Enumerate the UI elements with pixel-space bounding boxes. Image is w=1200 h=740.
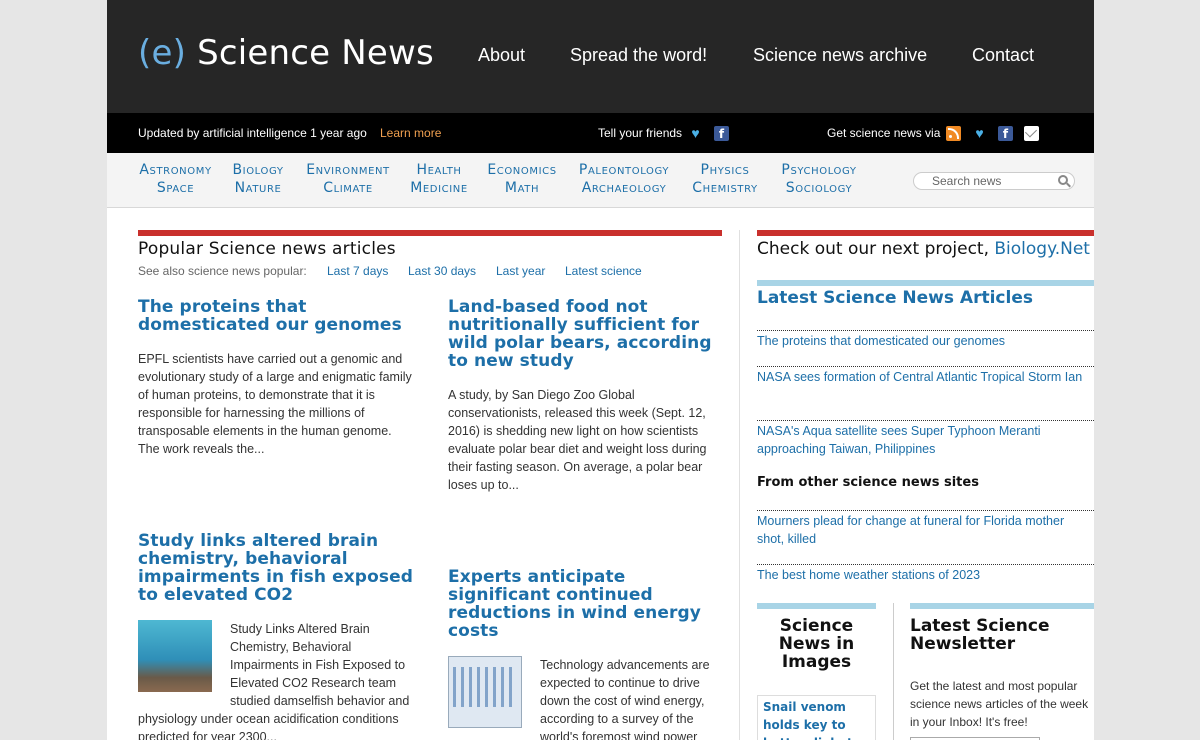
updated-text: Updated by artificial intelligence 1 yea…: [138, 126, 367, 140]
article-title[interactable]: The proteins that domesticated our genom…: [138, 298, 414, 334]
latest-articles-title: Latest Science News Articles: [757, 288, 1033, 308]
search-input[interactable]: [932, 174, 1052, 188]
link-last-30-days[interactable]: Last 30 days: [408, 264, 476, 278]
link-last-7-days[interactable]: Last 7 days: [327, 264, 388, 278]
facebook-follow-icon[interactable]: f: [998, 126, 1013, 141]
category-bottom-label: Medicine: [410, 180, 468, 196]
category-environment-climate[interactable]: Environment Climate: [303, 161, 393, 197]
logo-e-mark: (e): [138, 33, 187, 73]
nav-contact[interactable]: Contact: [972, 45, 1034, 66]
category-physics-chemistry[interactable]: Physics Chemistry: [688, 161, 762, 197]
popular-period-links: See also science news popular: Last 7 da…: [138, 264, 642, 278]
category-biology-nature[interactable]: Biology Nature: [228, 161, 288, 197]
nav-about[interactable]: About: [478, 45, 525, 66]
article-summary: A study, by San Diego Zoo Global conserv…: [448, 388, 707, 492]
category-economics-math[interactable]: Economics Math: [485, 161, 559, 197]
other-site-link[interactable]: The best home weather stations of 2023: [757, 564, 1094, 584]
email-icon[interactable]: [1024, 126, 1039, 141]
tell-friends-label: Tell your friends: [598, 126, 683, 140]
next-project-promo: Check out our next project, Biology.Net: [757, 239, 1094, 259]
category-top-label: Biology: [232, 162, 284, 178]
category-bottom-label: Chemistry: [692, 180, 758, 196]
check-out-text: Check out our next project,: [757, 239, 989, 259]
article-title[interactable]: Study links altered brain chemistry, beh…: [138, 532, 414, 604]
article-body: Study Links Altered Brain Chemistry, Beh…: [138, 620, 414, 740]
category-health-medicine[interactable]: Health Medicine: [407, 161, 471, 197]
link-latest-science[interactable]: Latest science: [565, 264, 642, 278]
article-title[interactable]: Land-based food not nutritionally suffic…: [448, 298, 722, 370]
wind-energy-chart-thumbnail[interactable]: [448, 656, 522, 728]
rss-icon[interactable]: [946, 126, 961, 141]
category-top-label: Health: [416, 162, 462, 178]
category-psychology-sociology[interactable]: Psychology Sociology: [775, 161, 863, 197]
get-news-label: Get science news via: [827, 126, 941, 140]
images-title: Science News in Images: [778, 616, 855, 672]
site-logo[interactable]: (e) Science News: [138, 33, 434, 73]
box-divider: [757, 603, 876, 609]
category-top-label: Paleontology: [578, 162, 670, 178]
see-also-label: See also science news popular:: [138, 264, 307, 278]
newsletter-title: Latest Science Newsletter: [910, 616, 1050, 654]
category-bottom-label: Archaeology: [581, 180, 667, 196]
other-sites-title: From other science news sites: [757, 475, 979, 490]
article-card: Land-based food not nutritionally suffic…: [448, 298, 722, 494]
page: (e) Science News About Spread the word! …: [107, 0, 1094, 740]
category-astronomy-space[interactable]: Astronomy Space: [138, 161, 213, 197]
article-card: Experts anticipate significant continued…: [448, 568, 722, 740]
article-summary: EPFL scientists have carried out a genom…: [138, 352, 412, 456]
latest-article-link[interactable]: NASA sees formation of Central Atlantic …: [757, 366, 1094, 386]
logo-name: Science News: [197, 33, 434, 73]
image-story-link[interactable]: Snail venom holds key to better diabetes…: [757, 695, 876, 740]
newsletter-text: Get the latest and most popular science …: [910, 679, 1089, 729]
popular-title: Popular Science news articles: [138, 239, 396, 259]
science-images-box: Science News in Images Snail venom holds…: [757, 603, 876, 740]
latest-article-link[interactable]: NASA's Aqua satellite sees Super Typhoon…: [757, 420, 1094, 458]
sidebar-divider: [757, 280, 1094, 286]
newsletter-box: Latest Science Newsletter Get the latest…: [910, 603, 1094, 740]
category-top-label: Psychology: [781, 162, 857, 178]
article-title[interactable]: Experts anticipate significant continued…: [448, 568, 722, 640]
article-card: Study links altered brain chemistry, beh…: [138, 532, 414, 740]
column-divider: [739, 230, 740, 740]
category-nav: Astronomy Space Biology Nature Environme…: [107, 153, 1094, 208]
nav-spread-the-word[interactable]: Spread the word!: [570, 45, 707, 66]
latest-article-link[interactable]: The proteins that domesticated our genom…: [757, 330, 1094, 350]
other-site-link[interactable]: Mourners plead for change at funeral for…: [757, 510, 1094, 548]
facebook-share-icon[interactable]: f: [714, 126, 729, 141]
fish-reef-thumbnail[interactable]: [138, 620, 212, 692]
category-top-label: Physics: [700, 162, 750, 178]
twitter-follow-icon[interactable]: ♥: [972, 126, 987, 141]
box-divider: [910, 603, 1094, 609]
main-content: Popular Science news articles See also s…: [138, 230, 722, 740]
category-paleontology-archaeology[interactable]: Paleontology Archaeology: [575, 161, 673, 197]
search-icon[interactable]: [1058, 175, 1068, 185]
category-bottom-label: Climate: [323, 180, 373, 196]
category-bottom-label: Space: [156, 180, 195, 196]
info-bar: Updated by artificial intelligence 1 yea…: [107, 113, 1094, 153]
section-divider: [138, 230, 722, 236]
twitter-share-icon[interactable]: ♥: [688, 126, 703, 141]
category-top-label: Economics: [487, 162, 557, 178]
article-card: The proteins that domesticated our genom…: [138, 298, 414, 458]
article-body: Technology advancements are expected to …: [448, 656, 722, 740]
sidebar-divider: [757, 230, 1094, 236]
search-box: [913, 172, 1075, 190]
category-top-label: Environment: [306, 162, 390, 178]
category-bottom-label: Math: [504, 180, 540, 196]
link-last-year[interactable]: Last year: [496, 264, 545, 278]
nav-science-news-archive[interactable]: Science news archive: [753, 45, 927, 66]
project-link[interactable]: Biology.Net: [994, 239, 1090, 259]
category-top-label: Astronomy: [139, 162, 212, 178]
box-separator: [893, 603, 894, 740]
site-header: (e) Science News About Spread the word! …: [107, 0, 1094, 113]
sidebar: Check out our next project, Biology.Net …: [757, 230, 1094, 740]
category-bottom-label: Nature: [234, 180, 282, 196]
category-bottom-label: Sociology: [785, 180, 853, 196]
learn-more-link[interactable]: Learn more: [380, 126, 441, 140]
